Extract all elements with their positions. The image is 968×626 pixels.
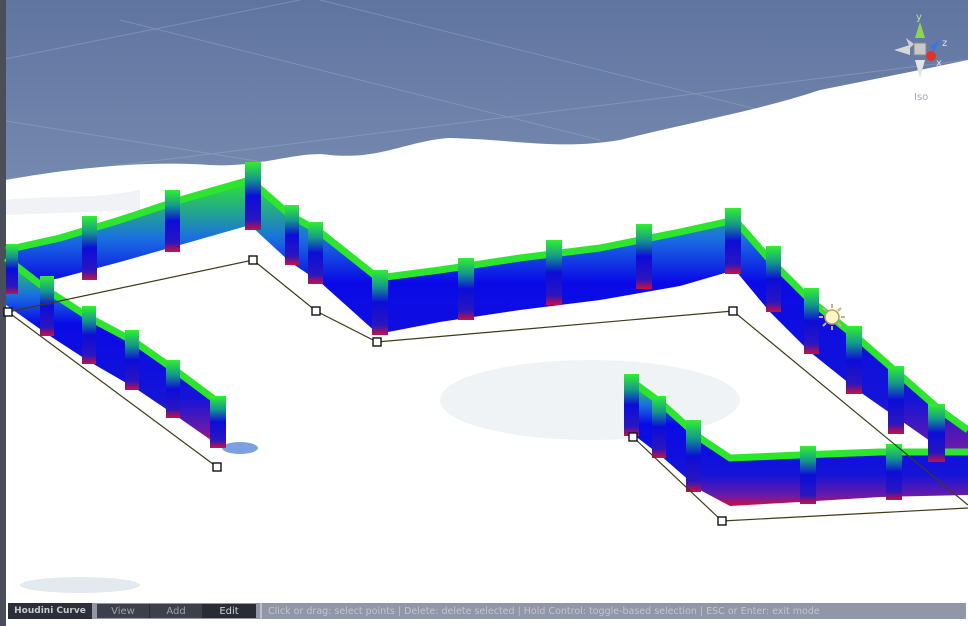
houdini-curve-toolbar: Houdini Curve View Add Edit Click or dra…: [8, 603, 966, 619]
curve-point[interactable]: [728, 306, 738, 316]
mode-edit-button[interactable]: Edit: [203, 604, 256, 618]
curve-point[interactable]: [628, 432, 638, 442]
curve-point[interactable]: [372, 337, 382, 347]
mode-view-button[interactable]: View: [97, 604, 150, 618]
toolbar-title: Houdini Curve: [8, 603, 92, 619]
gizmo-x-ball-icon[interactable]: [926, 51, 936, 61]
curve-point[interactable]: [248, 255, 258, 265]
scene-viewport[interactable]: [0, 0, 968, 626]
curve-point[interactable]: [212, 462, 222, 472]
fence-shadow: [222, 442, 258, 454]
toolbar-hint: Click or drag: select points | Delete: d…: [268, 605, 820, 617]
gizmo-neg-y-arrow-icon[interactable]: [915, 60, 925, 78]
orientation-gizmo[interactable]: y z x: [880, 8, 964, 104]
snow-shadow: [20, 577, 140, 593]
gizmo-x-label: x: [936, 58, 942, 69]
gizmo-y-label: y: [916, 12, 922, 23]
mode-selector: View Add Edit: [97, 604, 256, 618]
gizmo-y-arrow-icon[interactable]: [915, 22, 925, 38]
gizmo-center-cube[interactable]: [913, 42, 927, 56]
curve-point[interactable]: [311, 306, 321, 316]
toolbar-divider: [260, 603, 262, 619]
projection-label[interactable]: Iso: [914, 92, 928, 103]
curve-point[interactable]: [3, 307, 13, 317]
curve-point[interactable]: [717, 516, 727, 526]
mode-add-button[interactable]: Add: [150, 604, 203, 618]
gizmo-neg-x-arrow-icon[interactable]: [894, 45, 910, 55]
gizmo-z-arrow-icon[interactable]: [930, 40, 940, 52]
gizmo-z-label: z: [942, 38, 947, 49]
